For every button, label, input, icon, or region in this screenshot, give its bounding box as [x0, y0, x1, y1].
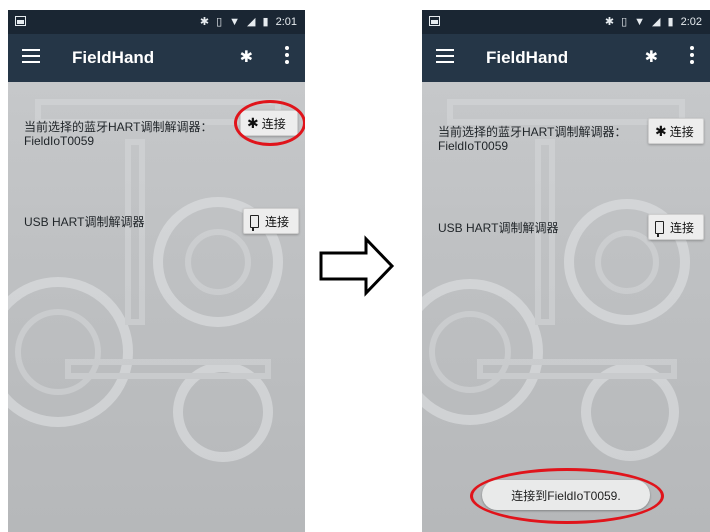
phone-screen-after: ✱ ▯ ▼ ◢ ▮ 2:02 FieldHand ✱ 当前选择的蓝牙HART调制…	[422, 10, 710, 532]
status-time: 2:02	[680, 15, 702, 28]
highlight-circle	[234, 100, 305, 146]
app-title: FieldHand	[72, 48, 155, 67]
vibrate-icon: ▯	[621, 16, 628, 28]
bluetooth-icon[interactable]: ✱	[240, 47, 253, 67]
system-icons: ✱ ▯ ▼ ◢ ▮ 2:01	[199, 15, 297, 29]
bluetooth-modem-device: FieldIoT0059	[24, 134, 95, 148]
usb-modem-row: USB HART调制解调器	[438, 221, 558, 235]
overflow-menu-icon[interactable]	[690, 46, 696, 67]
bluetooth-icon: ✱	[655, 122, 667, 139]
bluetooth-icon: ✱	[604, 16, 615, 28]
usb-connect-label: 连接	[670, 220, 695, 235]
bluetooth-icon[interactable]: ✱	[645, 47, 658, 67]
usb-connect-button[interactable]: 连接	[648, 214, 704, 240]
system-icons: ✱ ▯ ▼ ◢ ▮ 2:02	[604, 15, 702, 29]
usb-icon	[250, 214, 259, 231]
status-bar: ✱ ▯ ▼ ◢ ▮ 2:01	[8, 10, 305, 34]
bluetooth-modem-device: FieldIoT0059	[438, 139, 509, 153]
wifi-icon: ▼	[634, 15, 646, 28]
usb-connect-label: 连接	[265, 214, 290, 229]
right-arrow-icon	[319, 235, 395, 297]
app-title: FieldHand	[486, 48, 569, 67]
image-icon	[429, 16, 440, 26]
bluetooth-connect-label: 连接	[669, 124, 694, 139]
overflow-menu-icon[interactable]	[285, 46, 291, 67]
bluetooth-icon: ✱	[199, 16, 210, 28]
usb-connect-button[interactable]: 连接	[243, 208, 299, 234]
usb-modem-label: USB HART调制解调器	[438, 221, 559, 235]
signal-icon: ◢	[247, 16, 256, 28]
hamburger-menu-icon[interactable]	[436, 49, 454, 65]
hamburger-menu-icon[interactable]	[22, 49, 40, 65]
wifi-icon: ▼	[229, 15, 241, 28]
vibrate-icon: ▯	[216, 16, 223, 28]
usb-icon	[655, 220, 664, 237]
bluetooth-modem-row: 当前选择的蓝牙HART调制解调器： FieldIoT0059	[24, 120, 212, 148]
status-bar: ✱ ▯ ▼ ◢ ▮ 2:02	[422, 10, 710, 34]
bluetooth-connect-button[interactable]: ✱ 连接	[648, 118, 704, 144]
highlight-circle	[470, 468, 664, 524]
background-gear-art	[8, 99, 283, 462]
battery-icon: ▮	[667, 16, 674, 28]
app-bar: FieldHand ✱	[8, 34, 305, 82]
usb-modem-row: USB HART调制解调器	[24, 215, 144, 229]
bluetooth-modem-row: 当前选择的蓝牙HART调制解调器： FieldIoT0059	[438, 125, 626, 153]
usb-modem-label: USB HART调制解调器	[24, 215, 145, 229]
battery-icon: ▮	[262, 16, 269, 28]
phone-screen-before: ✱ ▯ ▼ ◢ ▮ 2:01 FieldHand ✱ 当前选择的蓝牙HART调制…	[8, 10, 305, 532]
bluetooth-modem-label: 当前选择的蓝牙HART调制解调器：	[438, 125, 627, 139]
bluetooth-modem-label: 当前选择的蓝牙HART调制解调器：	[24, 120, 213, 134]
status-time: 2:01	[275, 15, 297, 28]
image-icon	[15, 16, 26, 26]
signal-icon: ◢	[652, 16, 661, 28]
app-bar: FieldHand ✱	[422, 34, 710, 82]
